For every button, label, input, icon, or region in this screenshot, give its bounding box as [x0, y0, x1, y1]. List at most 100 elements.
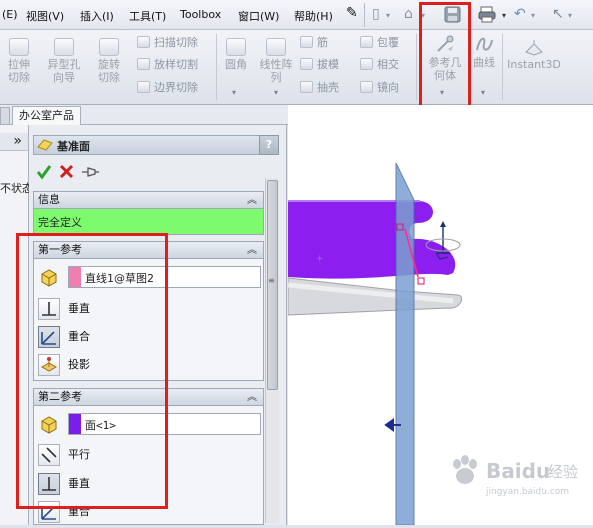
- intersect-icon: [360, 58, 373, 70]
- ribbon-separator: [216, 34, 217, 100]
- revolve-cut-button[interactable]: 旋转切除: [88, 38, 130, 84]
- shell-button[interactable]: 抽壳: [300, 80, 339, 96]
- curves-button[interactable]: 曲线: [470, 34, 498, 69]
- swept-cut-button[interactable]: 扫描切除: [137, 35, 198, 51]
- draft-label: 拔模: [317, 58, 339, 71]
- cancel-x-icon[interactable]: [59, 164, 74, 179]
- command-manager-ribbon: 拉伸切除 异型孔向导 旋转切除 扫描切除 放样切割 边界切除 圆角 ▾ 线性阵列…: [0, 30, 593, 105]
- fillet-button[interactable]: 圆角: [220, 38, 252, 71]
- fillet-label: 圆角: [225, 58, 247, 71]
- pin-icon[interactable]: ✎: [346, 5, 358, 21]
- collapse-chevron-icon[interactable]: ︽: [247, 243, 257, 259]
- mirror-label: 镜向: [377, 81, 399, 94]
- swept-cut-icon: [137, 36, 150, 48]
- swept-cut-label: 扫描切除: [154, 36, 198, 49]
- revolve-cut-icon: [99, 38, 119, 56]
- menu-window[interactable]: 窗口(W): [238, 8, 279, 24]
- hole-wizard-label: 异型孔向导: [47, 58, 81, 84]
- menu-edit[interactable]: (E): [2, 8, 18, 21]
- print-icon[interactable]: [478, 6, 496, 23]
- boundary-cut-button[interactable]: 边界切除: [137, 80, 198, 96]
- open-folder-icon[interactable]: ⌂: [404, 6, 413, 22]
- fillet-dropdown-icon[interactable]: ▾: [232, 88, 236, 97]
- status-text: 完全定义: [38, 216, 82, 229]
- fillet-icon: [226, 38, 246, 56]
- hole-wizard-button[interactable]: 异型孔向导: [44, 38, 84, 84]
- new-dropdown-icon[interactable]: ▾: [386, 11, 390, 20]
- mirror-button[interactable]: 镜向: [360, 80, 399, 96]
- instant3d-label: Instant3D: [507, 58, 561, 71]
- menu-toolbox[interactable]: Toolbox: [180, 8, 221, 21]
- shell-icon: [300, 81, 313, 93]
- svg-text:+: +: [316, 254, 324, 264]
- status-box: 完全定义: [33, 209, 264, 235]
- lofted-cut-icon: [137, 58, 150, 70]
- tab-office-products[interactable]: 办公室产品: [12, 106, 81, 125]
- menu-view[interactable]: 视图(V): [26, 8, 64, 24]
- ok-check-icon[interactable]: [36, 164, 52, 180]
- curves-label: 曲线: [473, 56, 495, 69]
- collapse-chevron-icon[interactable]: ︽: [247, 193, 257, 209]
- extrude-cut-label: 拉伸切除: [8, 58, 30, 84]
- mirror-icon: [360, 81, 373, 93]
- new-document-icon[interactable]: ▯: [372, 6, 380, 22]
- collapse-chevron-icon[interactable]: ︽: [247, 390, 257, 406]
- intersect-button[interactable]: 相交: [360, 57, 399, 73]
- menu-tools[interactable]: 工具(T): [129, 8, 166, 24]
- pushpin-icon[interactable]: [80, 165, 100, 179]
- rib-label: 筋: [317, 36, 328, 49]
- linear-pattern-label: 线性阵列: [259, 58, 293, 84]
- message-header-label: 信息: [38, 193, 60, 206]
- tab-partial[interactable]: [0, 107, 10, 125]
- pm-title-bar: 基准面 ?: [33, 135, 279, 155]
- menu-divider: [364, 3, 365, 27]
- wrap-label: 包覆: [377, 36, 399, 49]
- pm-title: 基准面: [57, 140, 90, 153]
- instant3d-button[interactable]: Instant3D: [506, 40, 562, 71]
- boundary-cut-icon: [137, 81, 150, 93]
- shell-label: 抽壳: [317, 81, 339, 94]
- boundary-cut-label: 边界切除: [154, 81, 198, 94]
- lofted-cut-button[interactable]: 放样切割: [137, 57, 198, 73]
- menu-bar: (E) 视图(V) 插入(I) 工具(T) Toolbox 窗口(W) 帮助(H…: [0, 0, 593, 30]
- tab-row: 办公室产品: [0, 105, 288, 125]
- help-button[interactable]: ?: [259, 135, 279, 155]
- menu-help[interactable]: 帮助(H): [294, 8, 333, 24]
- linear-pattern-icon: [266, 38, 286, 56]
- undo-icon[interactable]: ↶: [514, 6, 526, 22]
- undo-dropdown-icon[interactable]: ▾: [531, 11, 535, 20]
- graphics-area[interactable]: + Baidu 经验 jingyan.baidu.com: [287, 105, 593, 526]
- message-box-header[interactable]: 信息 ︽: [33, 191, 264, 209]
- select-dropdown-icon[interactable]: ▾: [568, 11, 572, 20]
- ribbon-separator: [416, 34, 417, 100]
- instant3d-icon: [525, 40, 543, 56]
- revolve-cut-label: 旋转切除: [98, 58, 120, 84]
- plane-icon: [37, 139, 53, 151]
- references-highlight: [16, 233, 168, 509]
- hole-wizard-icon: [54, 38, 74, 56]
- scrollbar-grip-icon: ≡: [268, 276, 275, 285]
- watermark-brand: Baidu: [486, 459, 551, 483]
- extrude-cut-button[interactable]: 拉伸切除: [0, 38, 38, 84]
- ribbon-separator: [502, 34, 503, 100]
- pattern-dropdown-icon[interactable]: ▾: [274, 88, 278, 97]
- wrap-button[interactable]: 包覆: [360, 35, 399, 51]
- pm-scrollbar[interactable]: ≡: [265, 178, 279, 523]
- linear-pattern-button[interactable]: 线性阵列: [256, 38, 296, 84]
- baidu-watermark: Baidu 经验 jingyan.baidu.com: [448, 451, 588, 511]
- rib-icon: [300, 36, 313, 48]
- print-dropdown-icon[interactable]: ▾: [502, 11, 506, 20]
- curves-dropdown-icon[interactable]: ▾: [481, 88, 485, 97]
- watermark-url: jingyan.baidu.com: [486, 487, 570, 497]
- baidu-paw-icon: [453, 455, 477, 484]
- watermark-text: 经验: [548, 463, 579, 481]
- draft-icon: [300, 58, 313, 70]
- intersect-label: 相交: [377, 58, 399, 71]
- expand-chevron[interactable]: »: [0, 133, 28, 151]
- draft-button[interactable]: 拔模: [300, 57, 339, 73]
- select-cursor-icon[interactable]: ↖: [552, 6, 564, 22]
- wrap-icon: [360, 36, 373, 48]
- menu-insert[interactable]: 插入(I): [80, 8, 114, 24]
- rib-button[interactable]: 筋: [300, 35, 328, 51]
- scrollbar-thumb[interactable]: [267, 180, 278, 390]
